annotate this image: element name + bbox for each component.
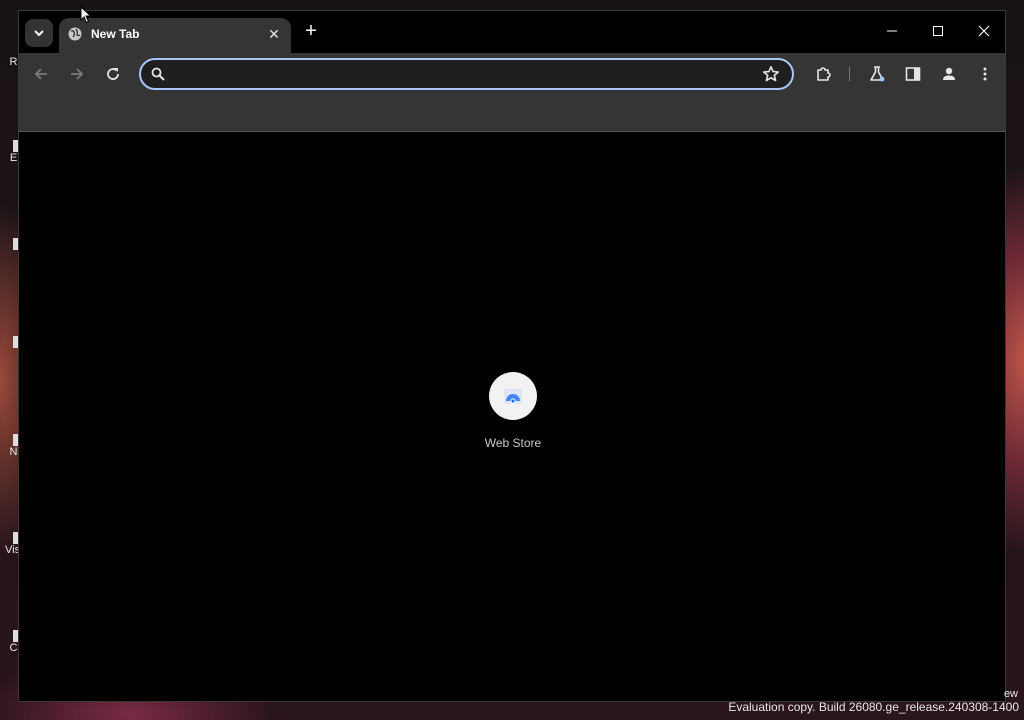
kebab-menu-icon: [983, 67, 987, 81]
person-icon: [943, 67, 955, 80]
desktop-icon-3[interactable]: [0, 238, 18, 250]
minimize-icon: [887, 30, 897, 32]
menu-button[interactable]: [973, 62, 997, 86]
puzzle-icon: [817, 67, 831, 81]
reload-button[interactable]: [101, 62, 125, 86]
tab-strip: New Tab ✕ +: [19, 11, 1005, 53]
close-window-button[interactable]: [961, 11, 1007, 51]
tab-new-tab[interactable]: New Tab ✕: [59, 18, 291, 53]
new-tab-page: Web Store: [19, 132, 1005, 701]
desktop-icon-1[interactable]: R: [0, 56, 18, 68]
chevron-down-icon: [34, 30, 44, 37]
extensions-button[interactable]: [812, 62, 836, 86]
globe-icon: [68, 27, 82, 41]
tab-title: New Tab: [91, 27, 140, 41]
close-window-icon: [978, 25, 990, 37]
back-button[interactable]: [29, 62, 53, 86]
side-panel-icon: [905, 67, 921, 81]
desktop-icon-7[interactable]: C: [0, 630, 18, 654]
desktop-icon-4[interactable]: [0, 336, 18, 348]
forward-button[interactable]: [65, 62, 89, 86]
close-icon[interactable]: ✕: [265, 25, 283, 43]
mouse-cursor-icon: [80, 6, 92, 24]
bookmarks-bar: [19, 95, 1005, 132]
maximize-button[interactable]: [915, 11, 961, 51]
desktop-icon-2[interactable]: E: [0, 140, 18, 164]
labs-button[interactable]: [865, 62, 889, 86]
desktop-text-fragment: ew: [1003, 688, 1018, 700]
minimize-button[interactable]: [869, 11, 915, 51]
desktop-icon-label: N: [9, 446, 18, 458]
desktop-icon-label: Vis: [5, 544, 21, 556]
reload-icon: [107, 68, 119, 80]
address-input[interactable]: [175, 64, 759, 86]
shortcut-icon-circle: [489, 372, 537, 420]
shortcut-web-store[interactable]: Web Store: [475, 372, 551, 450]
flask-icon: [870, 66, 885, 82]
search-icon: [151, 67, 165, 81]
side-panel-button[interactable]: [901, 62, 925, 86]
desktop-icon-label: C: [9, 642, 18, 654]
desktop-icon-5[interactable]: N: [0, 434, 18, 458]
omnibox[interactable]: [139, 58, 794, 90]
arrow-left-icon: [34, 68, 47, 80]
arrow-right-icon: [71, 68, 84, 80]
maximize-icon: [933, 26, 943, 36]
shortcut-label: Web Store: [484, 436, 542, 450]
toolbar: [19, 53, 1005, 95]
evaluation-watermark: Evaluation copy. Build 26080.ge_release.…: [728, 700, 1019, 714]
profile-button[interactable]: [937, 62, 961, 86]
desktop-icon-label: E: [9, 152, 18, 164]
toolbar-separator: [849, 67, 850, 81]
desktop-icon-label: R: [9, 56, 18, 68]
plus-icon: +: [305, 20, 317, 42]
web-store-icon: [504, 389, 522, 404]
browser-window: New Tab ✕ + Web Store: [18, 10, 1006, 702]
tab-search-button[interactable]: [25, 19, 53, 47]
new-tab-button[interactable]: +: [299, 20, 323, 44]
star-icon[interactable]: [762, 65, 780, 83]
desktop-icon-6[interactable]: Vis: [0, 532, 21, 556]
